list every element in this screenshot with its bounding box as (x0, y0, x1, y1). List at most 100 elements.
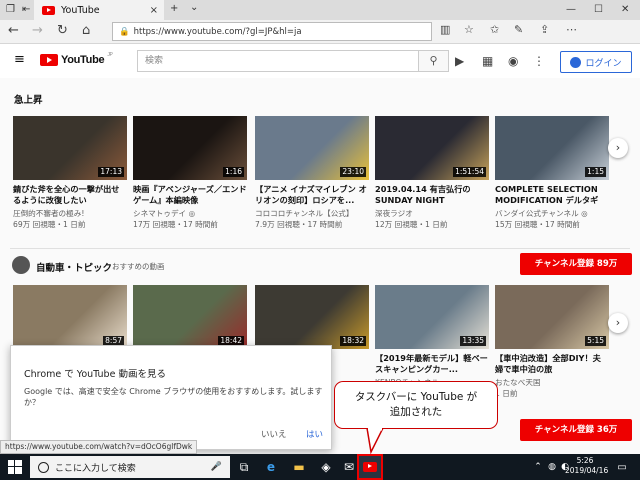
video-channel[interactable]: おたなべ天国 (495, 377, 609, 388)
messages-icon[interactable]: ◉ (508, 54, 518, 68)
notifications-icon[interactable]: ▭ (613, 458, 631, 476)
video-duration: 18:32 (340, 336, 366, 346)
pen-icon[interactable]: ✎ (514, 23, 523, 36)
video-title[interactable]: 【2019年最新モデル】軽ベースキャンピングカー... (375, 353, 489, 375)
tab-youtube[interactable]: YouTube × (34, 0, 164, 20)
video-thumbnail[interactable]: 23:10 (255, 116, 369, 180)
subscribe-button-third[interactable]: チャンネル登録 36万 (520, 419, 632, 441)
window-minimize-button[interactable]: — (566, 4, 576, 15)
apps-grid-icon[interactable]: ▦ (482, 54, 493, 68)
video-card[interactable]: 13:35【2019年最新モデル】軽ベースキャンピングカー...KENBOチャン… (375, 285, 489, 388)
favorites-hub-icon[interactable]: ✩ (490, 23, 499, 36)
video-thumbnail[interactable]: 1:15 (495, 116, 609, 180)
share-icon[interactable]: ⇪ (540, 23, 549, 36)
next-arrow-button-2[interactable]: › (608, 313, 628, 333)
clock-date: 2019/04/16 (565, 466, 609, 475)
window-maximize-button[interactable]: ☐ (594, 4, 603, 15)
video-channel[interactable]: 深夜ラジオ (375, 208, 489, 219)
video-card[interactable]: 23:10 【アニメ イナズマイレブン オリオンの刻印】ロシアを... コロコロチャ… (255, 116, 369, 230)
favorite-star-icon[interactable]: ☆ (464, 23, 474, 36)
video-channel[interactable]: シネマトゥデイ ◎ (133, 208, 247, 219)
video-card[interactable]: 1:16 映画『アベンジャーズ／エンドゲーム』本編映像 シネマトゥデイ ◎ 17万 回… (133, 116, 247, 230)
callout-line-2: 追加された (389, 406, 443, 418)
clock-time: 5:26 (576, 456, 594, 465)
video-title[interactable]: COMPLETE SELECTION MODIFICATION デルタギア... (495, 184, 609, 206)
section-subtitle-auto: おすすめの動画 (112, 262, 165, 271)
video-card[interactable]: 1:15 COMPLETE SELECTION MODIFICATION デルタギ… (495, 116, 609, 230)
video-title[interactable]: 【アニメ イナズマイレブン オリオンの刻印】ロシアを... (255, 184, 369, 206)
dialog-body: Google では、高速で安全な Chrome ブラウザの使用をおすすめします。… (24, 387, 323, 407)
taskbar-search[interactable]: ここに入力して検索 🎤 (30, 456, 230, 478)
address-bar[interactable]: 🔒 https://www.youtube.com/?gl=JP&hl=ja (112, 22, 432, 41)
video-thumbnail[interactable]: 13:35 (375, 285, 489, 349)
hamburger-menu-icon[interactable]: ≡ (14, 52, 25, 67)
settings-more-icon[interactable]: ⋮ (533, 54, 545, 68)
new-tab-button[interactable]: + (170, 3, 178, 14)
tab-close-icon[interactable]: × (150, 5, 158, 16)
video-channel[interactable]: 圧倒的不審者の極み! (13, 208, 127, 219)
annotation-callout: タスクバーに YouTube が 追加された (334, 381, 498, 429)
microphone-icon[interactable]: 🎤 (211, 462, 222, 472)
video-thumbnail[interactable]: 8:57 (13, 285, 127, 349)
youtube-favicon-icon (42, 5, 55, 15)
video-meta: 1 日前 (495, 389, 518, 398)
video-channel[interactable]: バンダイ公式チャンネル ◎ (495, 208, 609, 219)
windows-start-icon[interactable] (8, 460, 22, 474)
edge-icon[interactable]: e (262, 458, 280, 476)
video-duration: 1:51:54 (453, 167, 486, 177)
search-button[interactable]: ⚲ (419, 50, 449, 72)
refresh-icon[interactable]: ↻ (57, 23, 68, 38)
login-button[interactable]: ログイン (560, 51, 632, 73)
video-channel[interactable]: コロコロチャンネル【公式】 (255, 208, 369, 219)
youtube-logo-text: YouTube (61, 54, 105, 66)
tab-back-icon[interactable]: ⇤ (22, 4, 30, 15)
video-card[interactable]: 1:51:54 2019.04.14 有吉弘行の SUNDAY NIGHT DRE… (375, 116, 489, 230)
cortana-icon (38, 461, 49, 473)
video-thumbnail[interactable]: 18:42 (133, 285, 247, 349)
task-view-icon[interactable]: ⧉ (235, 458, 253, 476)
video-title[interactable]: 【車中泊改造】全部DIY！夫婦で車中泊の旅 (495, 353, 609, 375)
video-title[interactable]: 2019.04.14 有吉弘行の SUNDAY NIGHT DREAMER ..… (375, 184, 489, 206)
video-title[interactable]: 錆びた斧を全心の一撃が出せるように改復したい (13, 184, 127, 206)
browser-nav-bar: ← → ↻ ⌂ 🔒 https://www.youtube.com/?gl=JP… (0, 20, 640, 44)
mail-icon[interactable]: ✉ (340, 458, 358, 476)
video-thumbnail[interactable]: 5:15 (495, 285, 609, 349)
youtube-logo[interactable]: YouTube JP (40, 52, 113, 66)
chrome-promo-dialog: Chrome で YouTube 動画を見る Google では、高速で安全な … (10, 345, 332, 450)
lock-icon: 🔒 (119, 26, 130, 37)
search-icon: ⚲ (429, 54, 438, 67)
more-icon[interactable]: ⋯ (566, 23, 577, 36)
video-meta: 15万 回視聴・17 時間前 (495, 220, 580, 229)
video-duration: 17:13 (98, 167, 124, 177)
store-icon[interactable]: ◈ (317, 458, 335, 476)
tab-menu-icon[interactable]: ⌄ (190, 2, 198, 13)
window-close-button[interactable]: ✕ (621, 4, 629, 15)
divider (10, 248, 630, 249)
video-meta: 69万 回視聴・1 日前 (13, 220, 86, 229)
dialog-yes-button[interactable]: はい (306, 428, 323, 440)
video-thumbnail[interactable]: 1:16 (133, 116, 247, 180)
channel-avatar[interactable] (12, 256, 30, 274)
dialog-no-button[interactable]: いいえ (261, 428, 287, 440)
subscribe-button-auto[interactable]: チャンネル登録 89万 (520, 253, 632, 275)
forward-icon[interactable]: → (32, 23, 43, 38)
taskbar-clock[interactable]: 5:26 2019/04/16 (565, 456, 609, 476)
search-input[interactable]: 検索 (137, 50, 419, 72)
video-thumbnail[interactable]: 1:51:54 (375, 116, 489, 180)
home-icon[interactable]: ⌂ (82, 23, 90, 38)
tab-preview-icon[interactable]: ❐ (6, 4, 15, 15)
video-duration: 5:15 (585, 336, 606, 346)
video-title[interactable]: 映画『アベンジャーズ／エンドゲーム』本編映像 (133, 184, 247, 206)
video-thumbnail[interactable]: 18:32 (255, 285, 369, 349)
video-card[interactable]: 17:13 錆びた斧を全心の一撃が出せるように改復したい圧倒的不審者の極み! 69万… (13, 116, 127, 230)
taskbar-youtube-button[interactable] (357, 454, 383, 480)
file-explorer-icon[interactable]: ▬ (290, 458, 308, 476)
next-arrow-button[interactable]: › (608, 138, 628, 158)
tab-title: YouTube (61, 4, 100, 16)
reading-view-icon[interactable]: ▥ (440, 23, 450, 36)
video-duration: 1:16 (223, 167, 244, 177)
back-icon[interactable]: ← (8, 23, 19, 38)
video-thumbnail[interactable]: 17:13 (13, 116, 127, 180)
create-video-icon[interactable]: ▶ (455, 54, 464, 68)
video-card[interactable]: 5:15 【車中泊改造】全部DIY！夫婦で車中泊の旅おたなべ天国 1 日前 (495, 285, 609, 399)
